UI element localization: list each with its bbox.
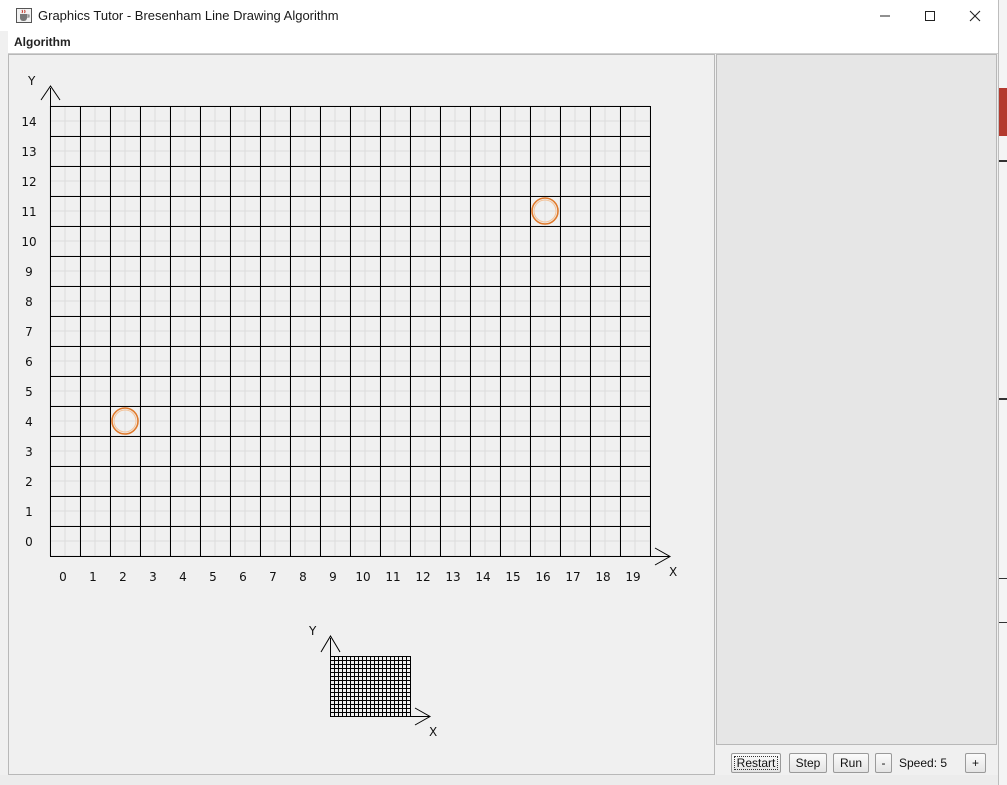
menu-algorithm[interactable]: Algorithm [14,35,71,49]
run-button[interactable]: Run [833,753,869,773]
x-tick-label: 2 [119,570,127,584]
grid-lines [50,106,651,557]
y-tick-label: 5 [25,385,33,399]
minimap-grid [330,656,411,717]
minimap-x-axis-arrow [410,707,432,726]
x-tick-label: 18 [595,570,610,584]
x-tick-label: 12 [415,570,430,584]
close-icon [969,10,981,21]
x-axis-arrow [650,547,672,566]
minimap-x-axis-label: X [429,725,437,739]
background-divider [999,622,1007,623]
x-tick-label: 13 [445,570,460,584]
window-title: Graphics Tutor - Bresenham Line Drawing … [38,8,339,23]
y-tick-label: 10 [21,235,36,249]
y-tick-label: 3 [25,445,33,459]
x-tick-label: 0 [59,570,67,584]
x-tick-label: 6 [239,570,247,584]
drawing-canvas[interactable]: Y X 0 1 2 3 4 5 6 7 8 9 10 11 12 13 14 15 16 17 18 19 14 13 12 11… [8,54,715,775]
speed-increase-button[interactable]: + [965,753,986,773]
y-tick-label: 1 [25,505,33,519]
java-cup-icon [16,8,32,23]
x-tick-label: 19 [625,570,640,584]
background-accent [999,88,1007,136]
y-tick-label: 12 [21,175,36,189]
x-tick-label: 16 [535,570,550,584]
window-bottom-edge [0,775,998,785]
minimize-button[interactable] [862,0,908,31]
minimize-icon [880,15,890,16]
y-tick-label: 13 [21,145,36,159]
y-tick-label: 2 [25,475,33,489]
x-tick-label: 17 [565,570,580,584]
y-tick-label: 14 [21,115,36,129]
maximize-button[interactable] [907,0,953,31]
x-tick-label: 1 [89,570,97,584]
y-axis-label: Y [27,74,36,88]
restart-button[interactable]: Restart [731,753,781,773]
x-tick-label: 10 [355,570,370,584]
maximize-icon [925,10,935,21]
x-tick-label: 4 [179,570,187,584]
y-tick-label: 6 [25,355,33,369]
x-tick-label: 3 [149,570,157,584]
y-tick-label: 11 [21,205,36,219]
y-tick-label: 7 [25,325,33,339]
x-tick-label: 5 [209,570,217,584]
control-bar: Restart Step Run - Speed: 5 + [716,746,997,778]
close-button[interactable] [952,0,998,31]
pixel-grid[interactable]: YX0 1 2 3 4 5 6 7 8 9 10 11 12 13 14 15 16 17 18 1914131211… [9,55,714,774]
menu-bar: Algorithm [8,31,998,54]
background-divider [999,578,1007,579]
y-tick-label: 0 [25,535,33,549]
x-tick-label: 8 [299,570,307,584]
speed-label: Speed: 5 [899,756,948,770]
minimap-y-axis-label: Y [308,624,317,638]
x-tick-label: 14 [475,570,490,584]
y-tick-label: 8 [25,295,33,309]
background-window-edge [999,0,1007,785]
x-axis-label: X [669,565,677,579]
step-button[interactable]: Step [789,753,827,773]
y-axis-arrow [40,85,61,556]
x-tick-label: 15 [505,570,520,584]
app-window: Graphics Tutor - Bresenham Line Drawing … [0,0,999,785]
info-panel [716,54,997,745]
x-tick-label: 11 [385,570,400,584]
y-tick-label: 9 [25,265,33,279]
background-divider [999,160,1007,162]
title-bar: Graphics Tutor - Bresenham Line Drawing … [0,0,998,31]
background-divider [999,398,1007,400]
y-tick-label: 4 [25,415,33,429]
x-tick-label: 7 [269,570,277,584]
x-tick-label: 9 [329,570,337,584]
speed-decrease-button[interactable]: - [875,753,892,773]
